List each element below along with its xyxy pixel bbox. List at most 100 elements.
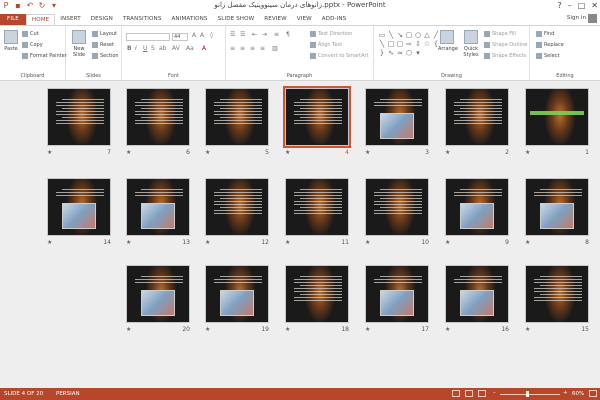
rect2-shape-icon[interactable]: ▢ [405,31,413,39]
italic-icon[interactable]: I [135,45,137,52]
avatar[interactable] [588,14,597,23]
transition-star-icon[interactable]: ★ [47,239,52,246]
transition-star-icon[interactable]: ★ [285,326,290,333]
bullets-icon[interactable]: ☰ [230,31,235,38]
zoom-slider[interactable] [500,394,560,395]
rectangle-shape-icon[interactable]: ▭ [378,31,386,39]
slide-thumbnail[interactable] [365,88,429,146]
transition-star-icon[interactable]: ★ [285,239,290,246]
align-text-button[interactable]: Align Text [310,42,342,48]
tab-insert[interactable]: INSERT [55,14,85,25]
sign-in-link[interactable]: Sign in [567,15,586,21]
format-painter-button[interactable]: Format Painter [22,53,67,59]
slide-thumbnail[interactable] [126,88,190,146]
slide-thumbnail[interactable] [47,178,111,236]
zoom-level[interactable]: 60% [572,391,584,397]
tab-design[interactable]: DESIGN [86,14,118,25]
replace-button[interactable]: Replace [536,42,564,48]
text-direction-button[interactable]: Text Direction [310,31,352,37]
transition-star-icon[interactable]: ★ [445,239,450,246]
arrow-shape-icon[interactable]: ↘ [396,31,404,39]
slide-thumbnail[interactable] [285,178,349,236]
transition-star-icon[interactable]: ★ [47,149,52,156]
slide-thumbnail[interactable] [365,178,429,236]
wave-shape-icon[interactable]: ≈ [396,49,404,57]
slide-thumbnail[interactable] [365,265,429,323]
maximize-button[interactable]: □ [578,0,586,12]
slide-thumbnail[interactable] [205,178,269,236]
font-size-box[interactable]: 44 [172,33,188,41]
transition-star-icon[interactable]: ★ [205,149,210,156]
transition-star-icon[interactable]: ★ [205,326,210,333]
sorter-view-button[interactable] [465,390,473,397]
cut-button[interactable]: Cut [22,31,39,37]
slide-thumbnail[interactable] [285,265,349,323]
shrink-font-icon[interactable]: A [200,32,204,39]
quick-styles-button[interactable]: Quick Styles [460,30,482,58]
minimize-button[interactable]: – [568,0,572,12]
transition-star-icon[interactable]: ★ [365,326,370,333]
strikethrough-icon[interactable]: ab [159,45,167,52]
transition-star-icon[interactable]: ★ [126,149,131,156]
align-center-icon[interactable]: ≡ [240,45,245,52]
rounded-shape-icon[interactable]: ▢ [396,40,404,48]
transition-star-icon[interactable]: ★ [525,326,530,333]
transition-star-icon[interactable]: ★ [445,149,450,156]
tab-transitions[interactable]: TRANSITIONS [118,14,167,25]
tab-review[interactable]: REVIEW [259,14,292,25]
star-shape-icon[interactable]: ☆ [423,40,431,48]
slide-thumbnail[interactable] [445,178,509,236]
select-button[interactable]: Select [536,53,559,59]
transition-star-icon[interactable]: ★ [445,326,450,333]
transition-star-icon[interactable]: ★ [365,149,370,156]
shapes-gallery[interactable]: ▭ ╲ ↘ ▢ ○ △ ╱ ╲ □ ▢ ⇨ ⇩ ☆ { } ∿ ≈ ⬡ ▾ [378,31,439,58]
copy-button[interactable]: Copy [22,42,43,48]
justify-icon[interactable]: ≡ [260,45,265,52]
line-shape-icon[interactable]: ╲ [387,31,395,39]
align-left-icon[interactable]: ≡ [230,45,235,52]
curve-shape-icon[interactable]: ∿ [387,49,395,57]
arrow-right-shape-icon[interactable]: ⇨ [405,40,413,48]
fit-to-window-button[interactable] [589,390,597,397]
section-button[interactable]: Section [92,53,119,59]
tab-animations[interactable]: ANIMATIONS [166,14,212,25]
transition-star-icon[interactable]: ★ [126,326,131,333]
columns-icon[interactable]: ▥ [272,45,278,52]
slide-thumbnail[interactable] [205,88,269,146]
spacing-icon[interactable]: AV [172,45,180,52]
transition-star-icon[interactable]: ★ [365,239,370,246]
slide-thumbnail[interactable] [47,88,111,146]
zoom-in-button[interactable]: + [563,390,568,396]
layout-button[interactable]: Layout [92,31,117,37]
clear-format-icon[interactable]: ◊ [210,32,213,39]
more-shapes-icon[interactable]: ▾ [414,49,422,57]
slide-thumbnail[interactable] [525,88,589,146]
slide-thumbnail[interactable] [525,178,589,236]
decrease-indent-icon[interactable]: ⇤ [252,31,257,38]
font-name-box[interactable] [126,33,170,41]
transition-star-icon[interactable]: ★ [525,149,530,156]
reading-view-button[interactable] [478,390,486,397]
transition-star-icon[interactable]: ★ [285,149,290,156]
transition-star-icon[interactable]: ★ [525,239,530,246]
arrow-down-shape-icon[interactable]: ⇩ [414,40,422,48]
new-slide-button[interactable]: New Slide [70,30,88,58]
reset-button[interactable]: Reset [92,42,114,48]
arrange-button[interactable]: Arrange [438,30,458,52]
triangle-shape-icon[interactable]: △ [423,31,431,39]
paste-button[interactable]: Paste [2,30,20,52]
line3-shape-icon[interactable]: ╲ [378,40,386,48]
numbering-icon[interactable]: ☰ [240,31,245,38]
align-right-icon[interactable]: ≡ [250,45,255,52]
tab-view[interactable]: VIEW [292,14,317,25]
slide-thumbnail[interactable] [283,86,351,148]
zoom-slider-thumb[interactable] [526,391,529,397]
tab-home[interactable]: HOME [25,14,56,25]
bold-icon[interactable]: B [127,45,132,52]
slide-thumbnail[interactable] [445,265,509,323]
zoom-out-button[interactable]: – [493,390,496,396]
slide-thumbnail[interactable] [126,265,190,323]
slide-thumbnail[interactable] [126,178,190,236]
tab-add-ins[interactable]: ADD-INS [317,14,352,25]
slide-thumbnail[interactable] [525,265,589,323]
